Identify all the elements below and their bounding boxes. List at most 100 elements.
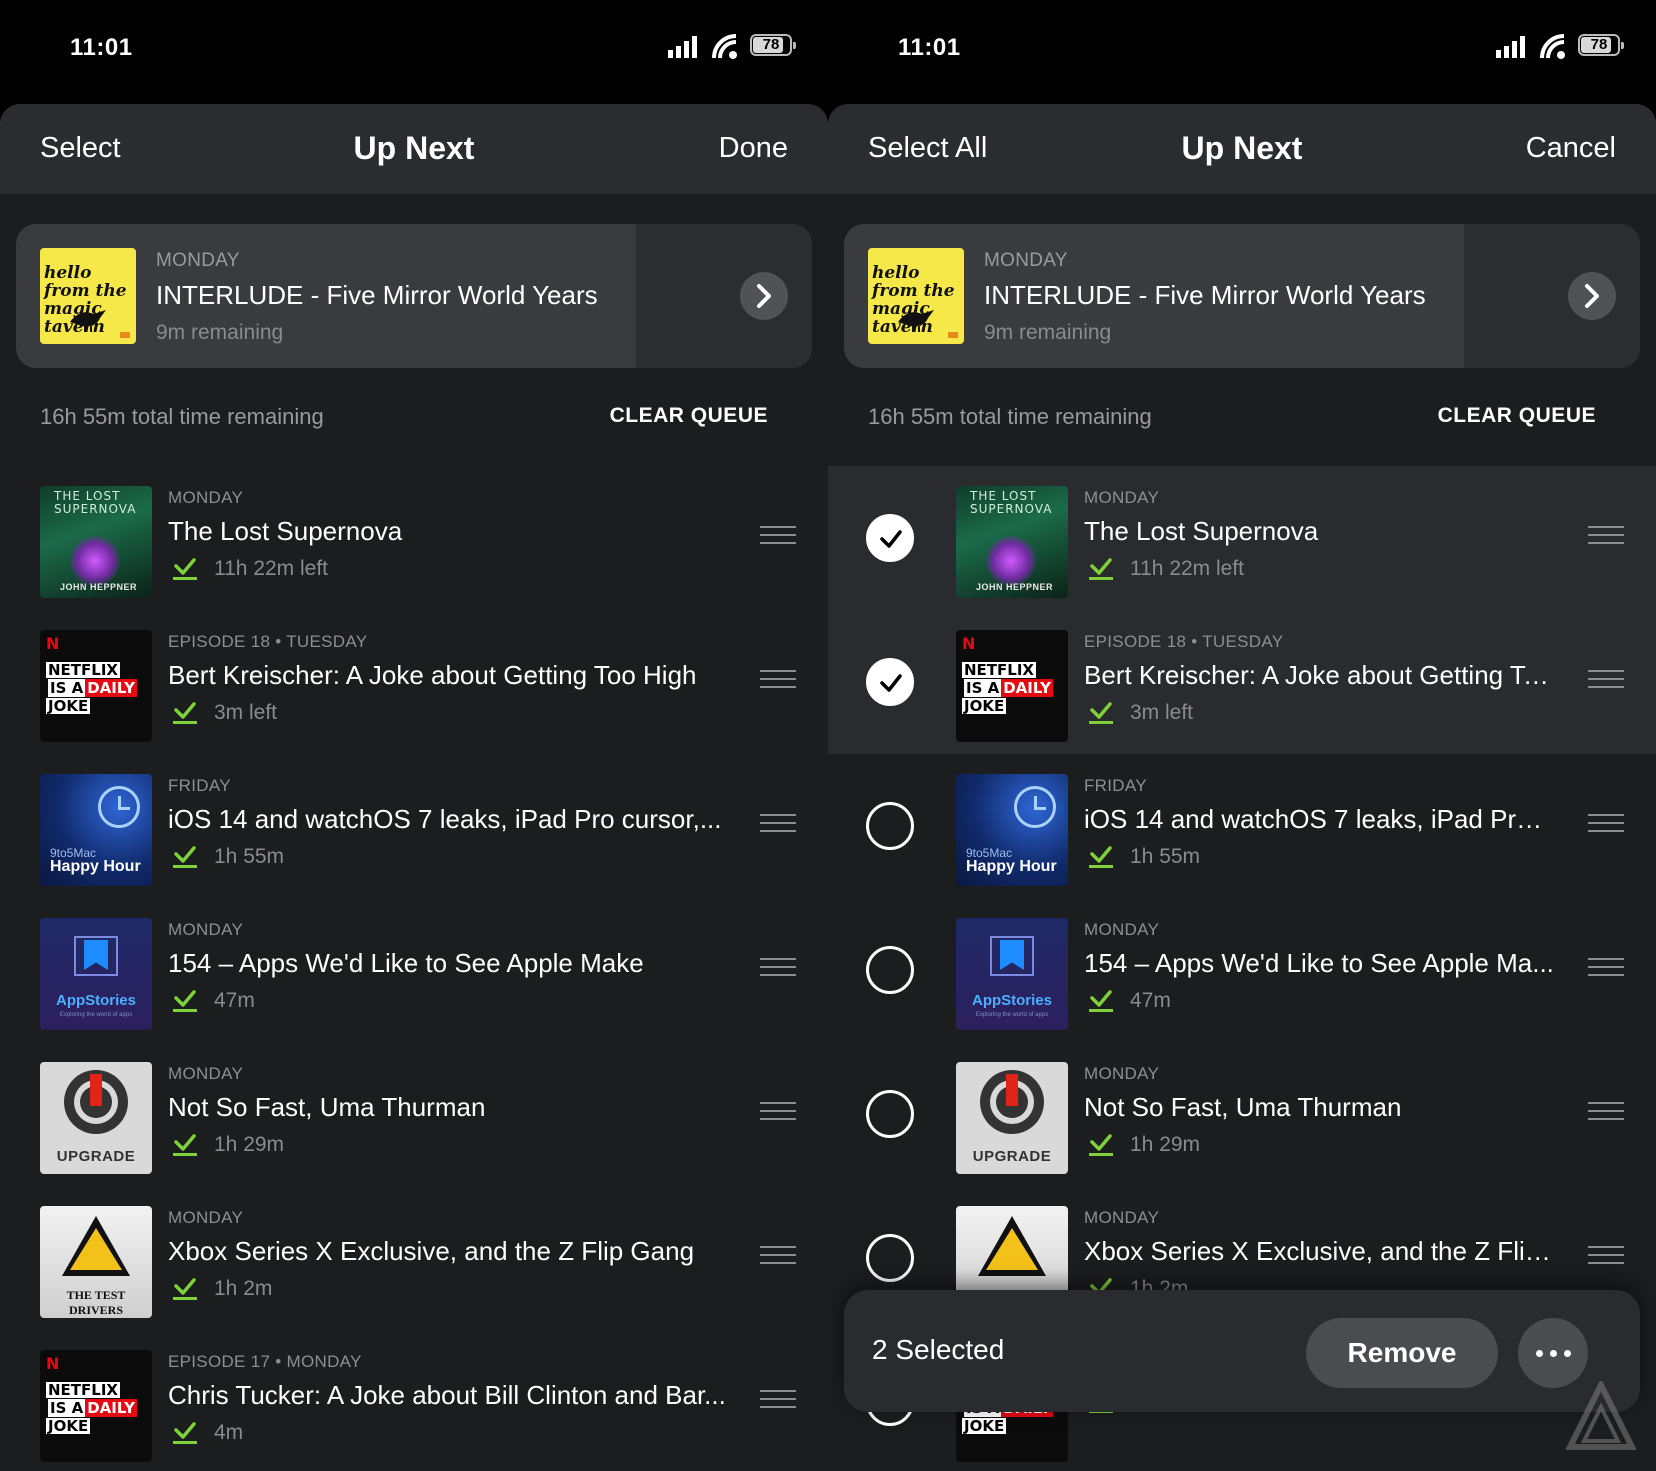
chevron-right-button[interactable] [1568, 272, 1616, 320]
drag-handle-icon[interactable] [760, 670, 796, 690]
remove-button[interactable]: Remove [1306, 1318, 1498, 1388]
artwork-text: THE TEST DRIVERS [66, 1288, 126, 1317]
episode-row[interactable]: AppStories Exploring the world of apps MON… [0, 898, 828, 1042]
unchecked-checkbox[interactable] [866, 1090, 914, 1138]
drag-handle-icon[interactable] [760, 1246, 796, 1266]
episode-row[interactable]: N NETFLIX IS A DAILY JOKE EPISODE 18 • TUESDA… [0, 610, 828, 754]
episode-title: The Lost Supernova [1084, 516, 1319, 546]
crow-icon [70, 310, 106, 332]
artwork-tag [120, 332, 130, 338]
arrow-icon [1006, 1074, 1018, 1106]
artwork-text: JOKE [46, 697, 91, 715]
artwork-text: Exploring the world of apps [59, 1012, 133, 1018]
drag-handle-icon[interactable] [1588, 670, 1624, 690]
drag-handle-icon[interactable] [1588, 1102, 1624, 1122]
duration-text: 11h 22m left [1130, 557, 1245, 580]
artwork-text: UPGRADE [972, 1148, 1052, 1165]
cancel-button[interactable]: Cancel [1526, 132, 1616, 165]
up-next-sheet: Select All Up Next Cancel hello from the… [828, 104, 1656, 1471]
episode-day: MONDAY [1084, 1208, 1160, 1227]
episode-day: FRIDAY [168, 776, 231, 795]
episode-artwork: AppStories Exploring the world of apps [956, 918, 1068, 1030]
selected-count: 2 Selected [872, 1334, 1005, 1365]
episode-list: THE LOST SUPERNOVA JOHN HEPPNER MONDAY The … [0, 466, 828, 1471]
episode-row[interactable]: 9to5Mac Happy Hour FRIDAY iOS 14 and watchO… [828, 754, 1656, 898]
artwork-text: Happy Hour [50, 858, 141, 875]
episode-title: Not So Fast, Uma Thurman [1084, 1092, 1402, 1122]
episode-row[interactable]: N NETFLIX IS A DAILY JOKE EPISODE 18 • TUESDA… [828, 610, 1656, 754]
duration-text: 4m [214, 1421, 244, 1444]
episode-row[interactable]: UPGRADE MONDAY Not So Fast, Uma Thurman 1h … [0, 1042, 828, 1186]
artwork-author: JOHN HEPPNER [60, 582, 138, 592]
now-playing-day: MONDAY [984, 250, 1068, 271]
now-playing-card[interactable]: hello from the magic tavern MONDAY INTER… [844, 224, 1640, 368]
episode-artwork: 9to5Mac Happy Hour [956, 774, 1068, 886]
unchecked-checkbox[interactable] [866, 1234, 914, 1282]
drag-handle-icon[interactable] [1588, 814, 1624, 834]
artwork-text: IS ADAILY [46, 679, 139, 697]
episode-meta: EPISODE 17 • MONDAY Chris Tucker: A Joke … [168, 1352, 728, 1445]
episode-row[interactable]: THE LOST SUPERNOVA JOHN HEPPNER MONDAY The … [828, 466, 1656, 610]
episode-artwork: N NETFLIXIS ADAILYJOKE [40, 1350, 152, 1462]
episode-row[interactable]: THE TEST DRIVERS MONDAY Xbox Series X Excl… [0, 1186, 828, 1330]
duration-text: 11h 22m left [214, 557, 329, 580]
drag-handle-icon[interactable] [760, 814, 796, 834]
unchecked-checkbox[interactable] [866, 946, 914, 994]
drag-handle-icon[interactable] [1588, 526, 1624, 546]
crow-icon [898, 310, 934, 332]
downloaded-icon [173, 1278, 197, 1300]
episode-meta: FRIDAY iOS 14 and watchOS 7 leaks, iPad P… [1084, 776, 1556, 869]
duration-text: 3m left [214, 701, 278, 724]
episode-title: Not So Fast, Uma Thurman [168, 1092, 486, 1122]
checked-checkbox[interactable] [866, 514, 914, 562]
episode-title: 154 – Apps We'd Like to See Apple Make [168, 948, 644, 978]
duration-text: 47m [1130, 989, 1171, 1012]
episode-row[interactable]: AppStories Exploring the world of apps MON… [828, 898, 1656, 1042]
episode-row[interactable]: THE LOST SUPERNOVA JOHN HEPPNER MONDAY The … [0, 466, 828, 610]
clear-queue-button[interactable]: CLEAR QUEUE [610, 404, 768, 428]
episode-row[interactable]: 9to5Mac Happy Hour FRIDAY iOS 14 and watchO… [0, 754, 828, 898]
artwork-tag [948, 332, 958, 338]
episode-meta: MONDAY The Lost Supernova 11h 22m left [168, 488, 728, 581]
artwork-text: IS A [48, 679, 86, 697]
netflix-logo-icon: N [962, 634, 976, 653]
now-playing-card[interactable]: hello from the magic tavern MONDAY INTER… [16, 224, 812, 368]
drag-handle-icon[interactable] [1588, 1246, 1624, 1266]
episode-day: EPISODE 18 • TUESDAY [1084, 632, 1284, 651]
artwork-text: DAILY [85, 679, 137, 697]
drag-handle-icon[interactable] [760, 1390, 796, 1410]
downloaded-icon [1089, 702, 1113, 724]
done-button[interactable]: Done [719, 132, 788, 165]
now-playing-title: INTERLUDE - Five Mirror World Years [156, 280, 598, 310]
episode-row[interactable]: UPGRADE MONDAY Not So Fast, Uma Thurman 1h … [828, 1042, 1656, 1186]
drag-handle-icon[interactable] [760, 958, 796, 978]
artwork-text: AppStories [971, 992, 1052, 1009]
selection-action-bar: 2 Selected Remove [844, 1290, 1640, 1412]
downloaded-icon [1089, 558, 1113, 580]
now-playing-artwork: hello from the magic tavern [40, 248, 136, 344]
artwork-text: IS ADAILY [962, 679, 1055, 697]
episode-meta: EPISODE 18 • TUESDAY Bert Kreischer: A Jo… [168, 632, 728, 725]
episode-duration: 11h 22m left [168, 557, 728, 581]
drag-handle-icon[interactable] [760, 1102, 796, 1122]
clear-queue-button[interactable]: CLEAR QUEUE [1438, 404, 1596, 428]
more-button[interactable] [1518, 1318, 1588, 1388]
chevron-right-button[interactable] [740, 272, 788, 320]
duration-text: 1h 55m [214, 845, 285, 868]
episode-meta: MONDAY Xbox Series X Exclusive, and the Z… [1084, 1208, 1556, 1301]
episode-row[interactable]: N NETFLIXIS ADAILYJOKE EPISODE 17 • MONDAY… [0, 1330, 828, 1471]
checked-checkbox[interactable] [866, 658, 914, 706]
episode-meta: MONDAY Xbox Series X Exclusive, and the Z… [168, 1208, 728, 1301]
drag-handle-icon[interactable] [1588, 958, 1624, 978]
episode-meta: MONDAY 154 – Apps We'd Like to See Apple … [168, 920, 728, 1013]
drag-handle-icon[interactable] [760, 526, 796, 546]
screen-right: 11:01 78 Select All Up Next Cancel hello… [828, 0, 1656, 1471]
duration-text: 1h 2m [214, 1277, 273, 1300]
episode-duration: 1h 55m [1084, 845, 1556, 869]
downloaded-icon [173, 1134, 197, 1156]
artwork-text: NETFLIX [962, 661, 1036, 679]
episode-day: FRIDAY [1084, 776, 1147, 795]
unchecked-checkbox[interactable] [866, 802, 914, 850]
downloaded-icon [1089, 846, 1113, 868]
episode-duration: 1h 55m [168, 845, 728, 869]
